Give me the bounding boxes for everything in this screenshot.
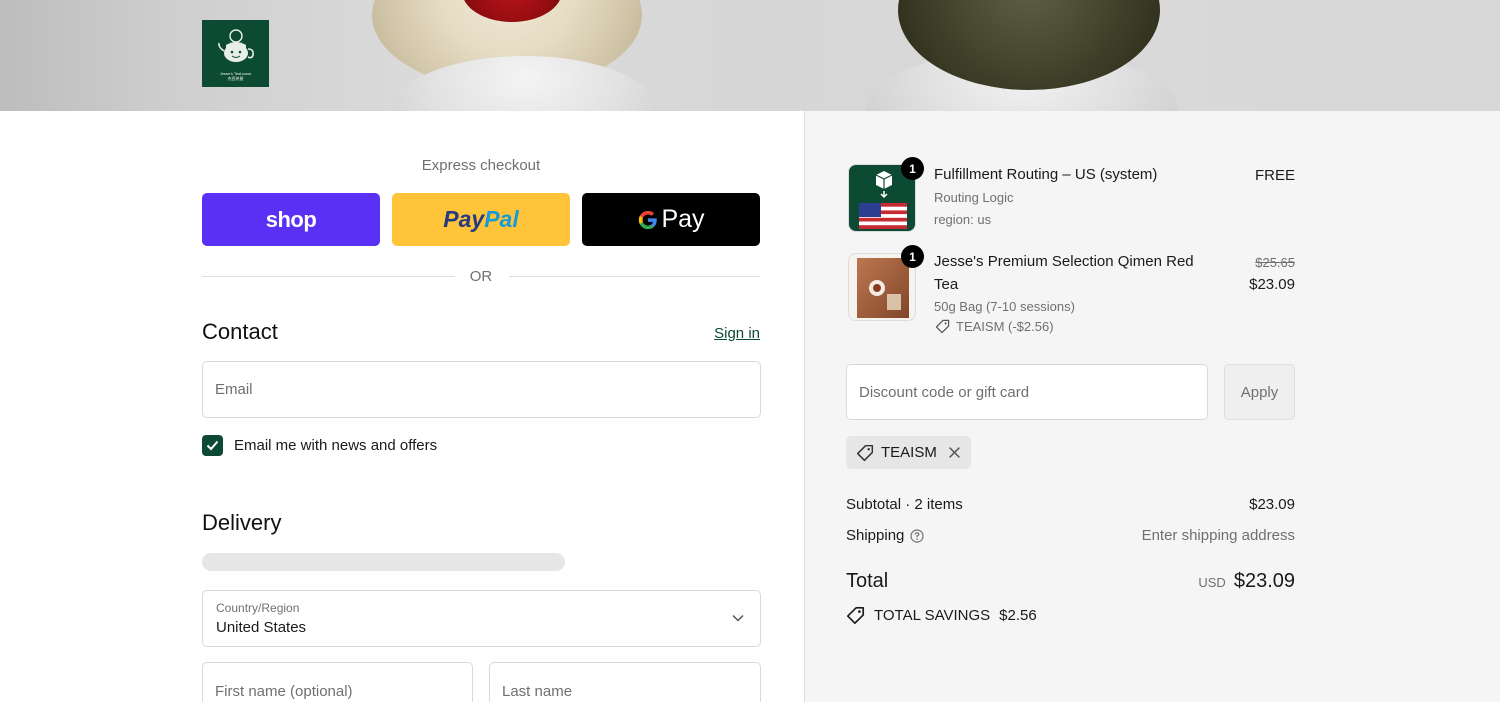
contact-heading: Contact <box>202 319 278 344</box>
email-placeholder: Email <box>215 381 253 398</box>
shipping-row: Shipping <box>846 527 924 544</box>
item-discount-text: TEAISM (-$2.56) <box>956 319 1054 334</box>
store-logo[interactable]: Jesse's Teahouse 杰西茶屋 <box>202 20 269 87</box>
item-discount: TEAISM (-$2.56) <box>935 319 1054 334</box>
savings-tag-icon <box>846 606 865 625</box>
item-region: region: us <box>934 212 992 227</box>
first-name-placeholder: First name (optional) <box>215 683 353 700</box>
item-original-price: $25.65 <box>1255 255 1295 270</box>
shop-pay-button[interactable]: shop <box>202 193 380 246</box>
country-label: Country/Region <box>216 601 300 615</box>
teapot-icon <box>217 28 254 62</box>
newsletter-checkbox[interactable] <box>202 434 223 456</box>
paypal-button[interactable]: Pay Pal <box>392 193 570 246</box>
help-icon[interactable] <box>910 528 924 543</box>
total-currency: USD <box>1198 575 1226 590</box>
first-name-field[interactable]: First name (optional) <box>202 662 473 702</box>
subtotal-value: $23.09 <box>1249 496 1295 513</box>
google-pay-button[interactable]: Pay <box>582 193 760 246</box>
applied-discount-code: TEAISM <box>881 444 937 461</box>
tag-icon <box>935 319 950 334</box>
header-banner: Jesse's Teahouse 杰西茶屋 <box>0 0 1500 111</box>
loading-skeleton <box>202 553 565 571</box>
total-amount: USD $23.09 <box>1198 570 1295 593</box>
delivery-heading: Delivery <box>202 510 282 535</box>
or-divider: OR <box>202 268 760 285</box>
discount-placeholder: Discount code or gift card <box>859 384 1030 401</box>
close-icon[interactable] <box>948 446 961 459</box>
item-subtitle: Routing Logic <box>934 190 1014 205</box>
google-g-icon <box>639 210 658 229</box>
total-value: $23.09 <box>1233 570 1295 592</box>
paypal-label-pay: Pay <box>443 206 485 232</box>
savings-label: TOTAL SAVINGS <box>874 607 991 624</box>
google-pay-label: Pay <box>661 205 705 233</box>
last-name-field[interactable]: Last name <box>489 662 761 702</box>
chevron-down-icon <box>732 614 744 622</box>
apply-button[interactable]: Apply <box>1224 364 1295 420</box>
tag-icon <box>856 444 874 461</box>
newsletter-label: Email me with news and offers <box>234 436 438 454</box>
subtotal-label: Subtotal · 2 items <box>846 496 963 513</box>
item-title: Fulfillment Routing – US (system) <box>934 166 1158 183</box>
checkout-form-column: Express checkout shop Pay Pal Pay OR Cont… <box>0 111 804 702</box>
country-select[interactable]: Country/Region United States <box>202 590 761 647</box>
item-title-line1: Jesse's Premium Selection Qimen Red <box>934 253 1194 270</box>
shipping-label: Shipping <box>846 527 905 544</box>
applied-discount-chip: TEAISM <box>846 436 971 469</box>
express-checkout-title: Express checkout <box>421 157 541 174</box>
item-title-line2: Tea <box>934 276 959 293</box>
total-label: Total <box>846 570 889 592</box>
item-variant: 50g Bag (7-10 sessions) <box>934 299 1075 314</box>
country-value: United States <box>216 619 307 636</box>
email-field[interactable]: Email <box>202 361 761 418</box>
savings-value: $2.56 <box>999 607 1037 624</box>
paypal-label-pal: Pal <box>484 206 519 232</box>
or-text: OR <box>469 268 493 285</box>
logo-text-chinese: 杰西茶屋 <box>227 75 244 81</box>
quantity-badge: 1 <box>901 245 924 268</box>
sign-in-link[interactable]: Sign in <box>700 325 760 342</box>
last-name-placeholder: Last name <box>502 683 573 700</box>
checkmark-icon <box>206 440 219 450</box>
discount-code-input[interactable]: Discount code or gift card <box>846 364 1208 420</box>
quantity-badge: 1 <box>901 157 924 180</box>
item-price: $23.09 <box>1249 276 1295 293</box>
newsletter-option[interactable]: Email me with news and offers <box>202 434 437 456</box>
total-savings: TOTAL SAVINGS $2.56 <box>846 606 1037 625</box>
item-price: FREE <box>1254 167 1295 184</box>
shipping-value: Enter shipping address <box>1141 527 1295 544</box>
shop-pay-label: shop <box>265 206 317 232</box>
